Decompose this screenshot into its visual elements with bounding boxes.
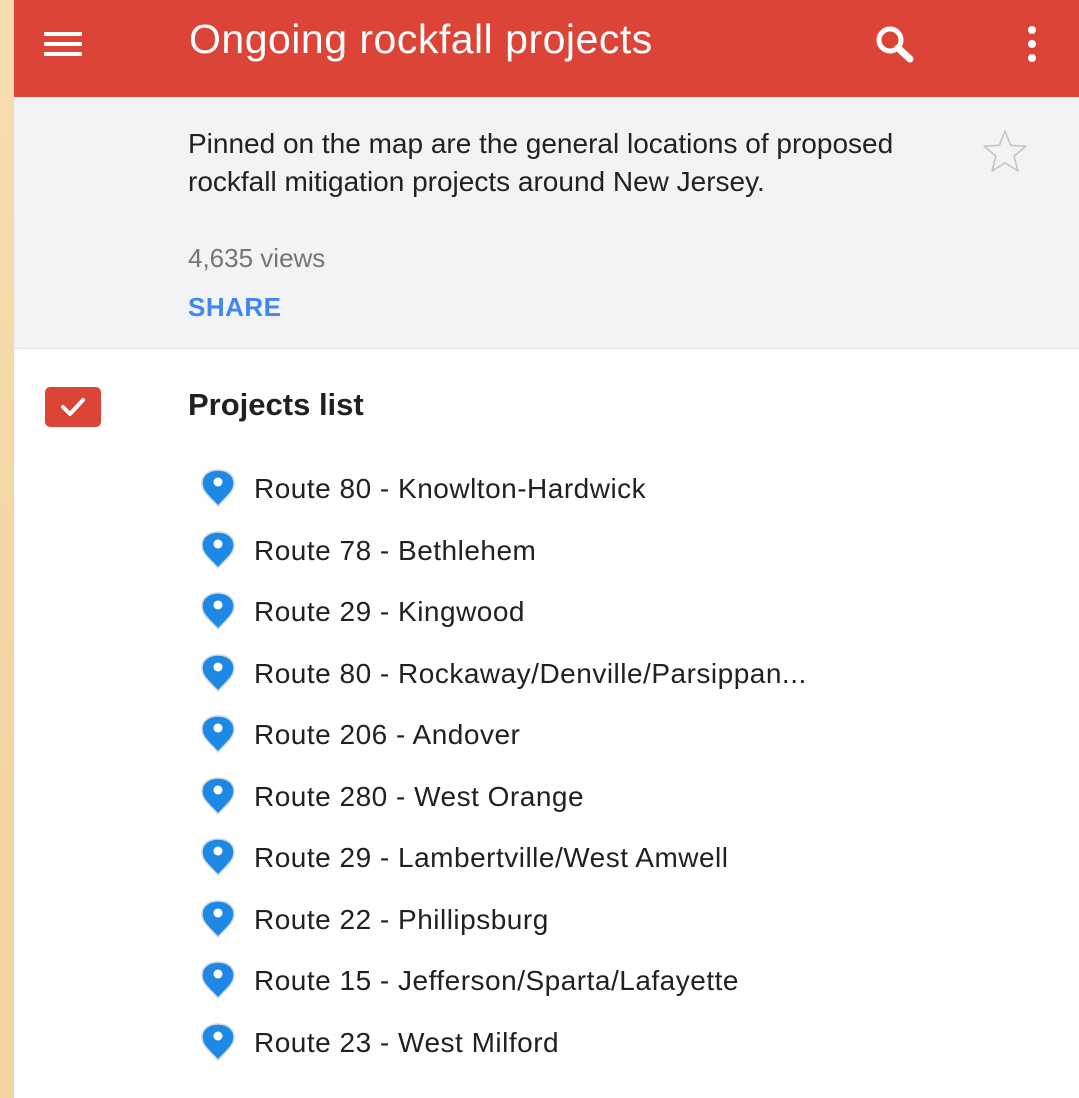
- map-pin-icon: [196, 468, 240, 508]
- phone-screen: Ongoing rockfall projects Pinned on the …: [14, 0, 1079, 1098]
- list-item[interactable]: Route 29 - Kingwood: [196, 583, 1066, 645]
- project-label: Route 23 - West Milford: [254, 1026, 560, 1058]
- project-list: Route 80 - Knowlton-Hardwick Route 78 - B…: [196, 460, 1066, 1075]
- list-item[interactable]: Route 78 - Bethlehem: [196, 522, 1066, 584]
- map-pin-icon: [196, 899, 240, 939]
- layer-title: Projects list: [188, 387, 364, 422]
- map-pin-icon: [196, 653, 240, 693]
- list-item[interactable]: Route 80 - Knowlton-Hardwick: [196, 460, 1066, 522]
- map-pin-icon: [196, 960, 240, 1000]
- project-label: Route 80 - Rockaway/Denville/Parsippan..…: [254, 657, 807, 689]
- star-outline-icon[interactable]: [982, 128, 1028, 172]
- list-item[interactable]: Route 280 - West Orange: [196, 768, 1066, 830]
- project-label: Route 15 - Jefferson/Sparta/Lafayette: [254, 965, 739, 996]
- project-label: Route 78 - Bethlehem: [254, 534, 537, 566]
- project-label: Route 206 - Andover: [254, 719, 521, 750]
- project-label: Route 29 - Lambertville/West Amwell: [254, 842, 729, 873]
- map-pin-icon: [196, 530, 240, 570]
- hamburger-menu-icon[interactable]: [44, 30, 82, 58]
- project-label: Route 29 - Kingwood: [254, 596, 526, 627]
- project-label: Route 280 - West Orange: [254, 780, 585, 812]
- map-pin-icon: [196, 1022, 240, 1062]
- list-item[interactable]: Route 23 - West Milford: [196, 1014, 1066, 1076]
- view-count: 4,635 views: [188, 243, 326, 273]
- search-icon[interactable]: [872, 23, 922, 67]
- list-item[interactable]: Route 206 - Andover: [196, 706, 1066, 768]
- map-pin-icon: [196, 591, 240, 631]
- page-title: Ongoing rockfall projects: [189, 16, 653, 62]
- app-bar: Ongoing rockfall projects: [14, 0, 1079, 97]
- map-pin-icon: [196, 837, 240, 877]
- layer-checkbox[interactable]: [45, 387, 101, 427]
- list-item[interactable]: Route 80 - Rockaway/Denville/Parsippan..…: [196, 645, 1066, 707]
- checkmark-icon: [61, 398, 85, 416]
- map-summary: Pinned on the map are the general locati…: [14, 97, 1079, 349]
- more-vertical-icon[interactable]: [1017, 22, 1047, 68]
- list-item[interactable]: Route 15 - Jefferson/Sparta/Lafayette: [196, 952, 1066, 1014]
- share-button[interactable]: SHARE: [188, 290, 282, 324]
- list-item[interactable]: Route 22 - Phillipsburg: [196, 891, 1066, 953]
- project-label: Route 80 - Knowlton-Hardwick: [254, 473, 647, 504]
- map-description: Pinned on the map are the general locati…: [188, 128, 894, 197]
- map-pin-icon: [196, 776, 240, 816]
- project-label: Route 22 - Phillipsburg: [254, 903, 549, 935]
- list-item[interactable]: Route 29 - Lambertville/West Amwell: [196, 829, 1066, 891]
- map-pin-icon: [196, 714, 240, 754]
